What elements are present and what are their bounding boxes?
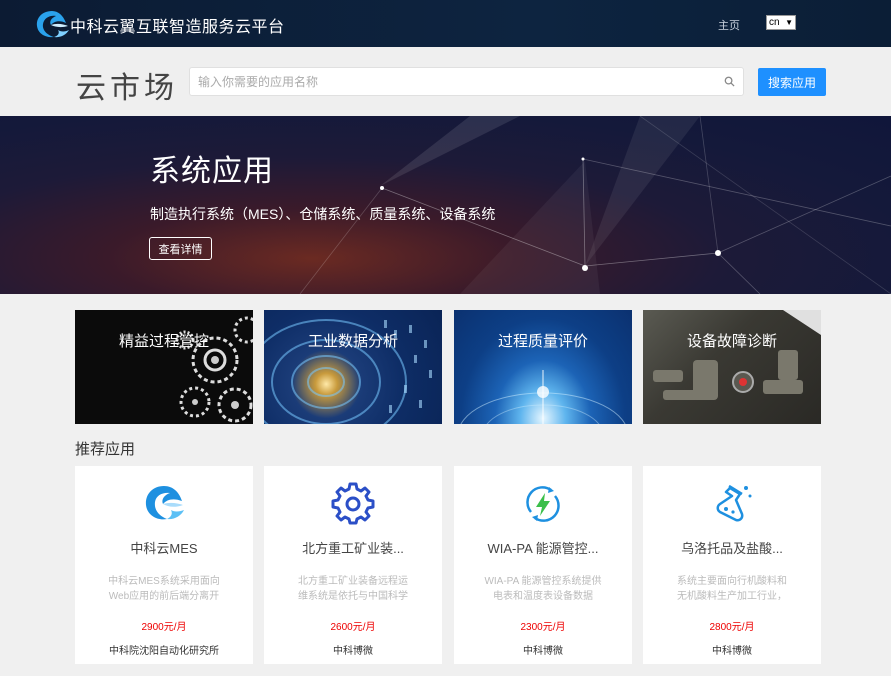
app-price: 2300元/月 [520, 622, 566, 633]
category-tile-industrial-data[interactable]: 工业数据分析 [264, 310, 442, 424]
app-name[interactable]: 北方重工矿业装... [264, 538, 442, 557]
app-card[interactable]: WIA-PA 能源管控... WIA-PA 能源管控系统提供电表和温度表设备数据… [454, 466, 632, 664]
site-title[interactable]: 中科云翼互联智造服务云平台 [70, 13, 285, 37]
market-title: 云市场 [76, 72, 178, 105]
language-select-value: cn [769, 17, 780, 28]
app-description: 北方重工矿业装备远程运维系统是依托与中国科学 [298, 576, 408, 602]
app-name[interactable]: 乌洛托品及盐酸... [643, 538, 821, 557]
category-label: 设备故障诊断 [686, 333, 777, 350]
app-price: 2600元/月 [330, 622, 376, 633]
cloud-wing-logo-icon [145, 486, 184, 520]
app-name[interactable]: WIA-PA 能源管控... [454, 538, 632, 557]
hero-title: 系统应用 [150, 155, 274, 188]
app-price: 2900元/月 [141, 622, 187, 633]
app-vendor: 中科院沈阳自动化研究所 [109, 646, 219, 657]
top-navbar: 中科云翼互联智造服务云平台 主页 cn ▼ [0, 0, 891, 47]
recommended-title: 推荐应用 [75, 441, 136, 458]
machinery-graphic [653, 310, 821, 400]
category-tile-quality-evaluation[interactable]: 过程质量评价 [454, 310, 632, 424]
app-card[interactable]: 北方重工矿业装... 北方重工矿业装备远程运维系统是依托与中国科学 2600元/… [264, 466, 442, 664]
search-band: 云市场 搜索应用 [0, 47, 891, 116]
chevron-down-icon: ▼ [785, 18, 793, 27]
view-details-button[interactable]: 查看详情 [149, 237, 212, 260]
nav-home-link[interactable]: 主页 [718, 17, 740, 33]
app-description: 中科云MES系统采用面向Web应用的前后端分离开 [108, 576, 220, 602]
hero-banner: 系统应用 制造执行系统（MES）、仓储系统、质量系统、设备系统 查看详情 [0, 116, 891, 294]
app-price: 2800元/月 [709, 622, 755, 633]
category-tile-fault-diagnosis[interactable]: 设备故障诊断 [643, 310, 821, 424]
globe-network-graphic [460, 370, 626, 424]
app-description: WIA-PA 能源管控系统提供电表和温度表设备数据 [484, 576, 602, 602]
category-tile-lean-process[interactable]: 精益过程管控 [75, 310, 253, 424]
category-label: 过程质量评价 [497, 333, 588, 350]
gear-icon [331, 482, 375, 525]
app-vendor: 中科博微 [333, 646, 373, 657]
energy-bolt-icon [526, 486, 560, 522]
gears-icon [175, 316, 253, 423]
cloud-wing-logo-icon[interactable] [33, 8, 71, 40]
category-label: 精益过程管控 [118, 333, 209, 350]
app-vendor: 中科博微 [712, 646, 752, 657]
language-select[interactable]: cn ▼ [766, 15, 796, 30]
search-button[interactable]: 搜索应用 [758, 68, 826, 96]
app-card[interactable]: 乌洛托品及盐酸... 系统主要面向行机酸料和无机酸料生产加工行业， 2800元/… [643, 466, 821, 664]
app-description: 系统主要面向行机酸料和无机酸料生产加工行业， [677, 576, 787, 602]
flask-icon [716, 484, 752, 522]
app-name[interactable]: 中科云MES [75, 538, 253, 557]
search-input[interactable] [190, 68, 710, 95]
app-vendor: 中科博微 [523, 646, 563, 657]
category-label: 工业数据分析 [307, 333, 398, 350]
app-card[interactable]: 中科云MES 中科云MES系统采用面向Web应用的前后端分离开 2900元/月 … [75, 466, 253, 664]
data-tunnel-graphic [264, 319, 432, 424]
hero-subtitle: 制造执行系统（MES）、仓储系统、质量系统、设备系统 [150, 206, 496, 222]
search-box[interactable] [189, 67, 744, 96]
search-icon[interactable] [724, 76, 735, 87]
